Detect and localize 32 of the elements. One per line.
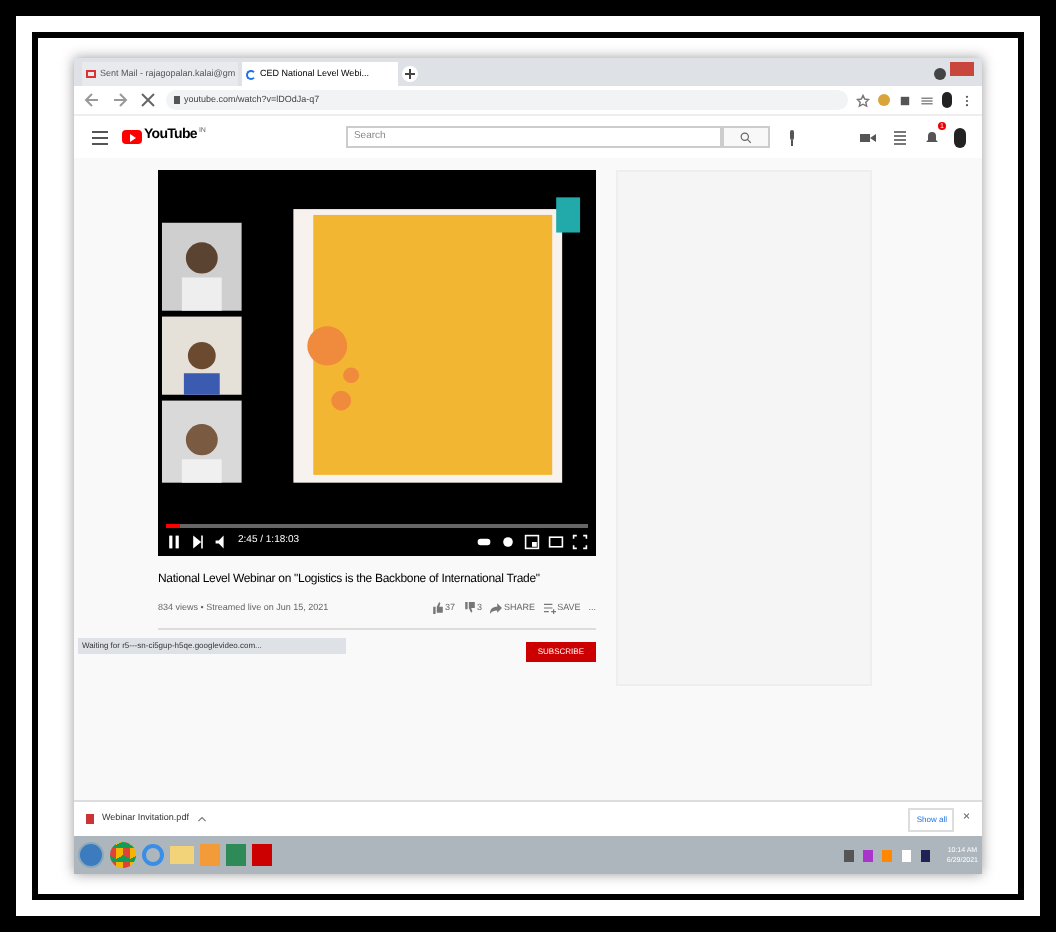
playlist-add-icon: [543, 602, 556, 615]
play-logo-icon: [122, 130, 142, 144]
start-button[interactable]: [78, 842, 104, 868]
mail-icon: [86, 70, 96, 78]
fullscreen-icon[interactable]: [572, 534, 588, 550]
next-icon[interactable]: [190, 534, 206, 550]
menu-icon[interactable]: [90, 127, 110, 147]
search-button[interactable]: [721, 126, 770, 148]
lock-icon: [174, 96, 180, 104]
thumbs-up-icon: [431, 602, 444, 615]
new-tab-icon[interactable]: [402, 66, 418, 82]
profile-icon[interactable]: [934, 68, 946, 80]
back-icon[interactable]: [82, 90, 102, 110]
pdf-file-icon: [86, 814, 94, 824]
miniplayer-icon[interactable]: [524, 534, 540, 550]
search-icon: [739, 131, 752, 143]
loading-icon: [246, 69, 256, 79]
theater-icon[interactable]: [548, 534, 564, 550]
thumbs-down-icon: [463, 602, 476, 615]
share-icon: [490, 602, 503, 615]
pause-icon[interactable]: [166, 534, 182, 550]
list-icon[interactable]: [920, 93, 934, 107]
avatar-icon[interactable]: [942, 92, 952, 108]
bell-icon[interactable]: [922, 127, 942, 147]
caret-icon[interactable]: [196, 813, 209, 825]
apps-icon[interactable]: [890, 127, 910, 147]
volume-icon[interactable]: [214, 534, 230, 550]
more-icon[interactable]: [960, 93, 974, 107]
toggle-icon[interactable]: [476, 534, 492, 550]
star-icon[interactable]: [856, 93, 870, 107]
forward-icon[interactable]: [110, 90, 130, 110]
stop-icon[interactable]: [138, 90, 158, 110]
